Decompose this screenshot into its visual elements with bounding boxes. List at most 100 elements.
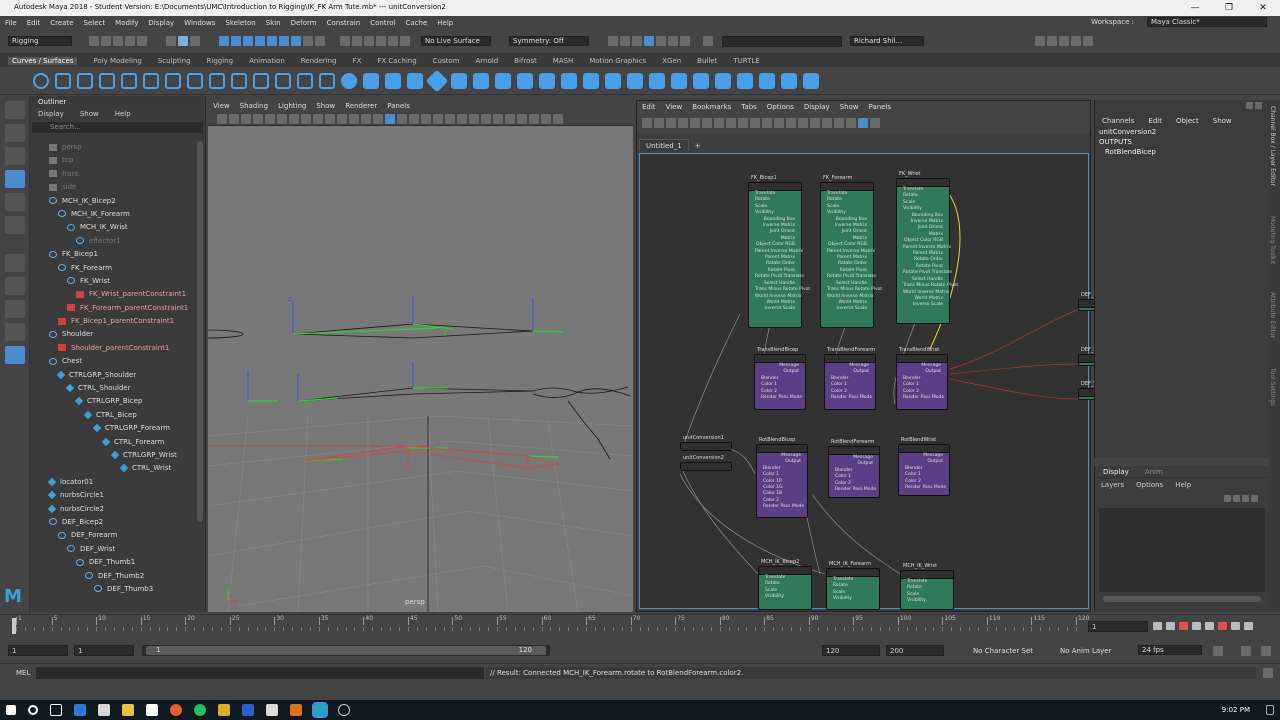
- outliner-item[interactable]: Shoulder_parentConstraint1: [30, 342, 198, 355]
- toggle-outliner-icon[interactable]: [1083, 36, 1093, 46]
- ipr-render-icon[interactable]: [388, 36, 398, 46]
- frame-all-icon[interactable]: [702, 118, 712, 128]
- cv-curve-icon[interactable]: [77, 72, 93, 89]
- viewport-menu-panels[interactable]: Panels: [387, 102, 410, 110]
- viewport-menu-lighting[interactable]: Lighting: [278, 102, 306, 110]
- layer-tab-anim[interactable]: Anim: [1145, 468, 1163, 476]
- attribute-filter-icon[interactable]: [822, 118, 832, 128]
- rotate-tool-icon[interactable]: [5, 193, 25, 211]
- node-attribute[interactable]: Trans Minus Rotate Pivot: [897, 283, 958, 289]
- outliner-item[interactable]: DEF_Forearm: [30, 529, 198, 542]
- snap-point-icon[interactable]: [243, 36, 253, 46]
- tab-untitled-1[interactable]: Untitled_1: [639, 139, 689, 151]
- perspective-viewport[interactable]: z y x persp: [172, 126, 634, 613]
- command-search-field[interactable]: [722, 35, 842, 47]
- close-button[interactable]: ✕: [1246, 0, 1280, 16]
- custom-mode-icon[interactable]: [774, 118, 784, 128]
- outliner-item[interactable]: FK_Forearm_parentConstraint1: [30, 302, 198, 315]
- menu-skeleton[interactable]: Skeleton: [225, 19, 255, 27]
- extend-curve-icon[interactable]: [253, 72, 269, 89]
- xray-joints-icon[interactable]: [529, 113, 539, 124]
- new-layer-selected-icon[interactable]: [1251, 494, 1258, 502]
- channel-box-float-icon[interactable]: [1246, 101, 1253, 109]
- full-mode-icon[interactable]: [762, 118, 772, 128]
- side-tab-attribute-editor[interactable]: Attribute Editor: [1269, 292, 1276, 352]
- node-attribute[interactable]: Inverse Scale: [749, 306, 801, 312]
- channel-box-close-icon[interactable]: [1255, 101, 1262, 109]
- wireframe-on-shaded-icon[interactable]: [409, 113, 419, 124]
- outliner-item[interactable]: MCH_IK_Wrist: [30, 221, 198, 234]
- outliner-item[interactable]: FK_Wrist_parentConstraint1: [30, 288, 198, 301]
- search-icon[interactable]: [28, 705, 38, 715]
- node-rb-forearm[interactable]: RotBlendForearm Message Output Blender Color…: [828, 439, 880, 498]
- render-view-icon[interactable]: [608, 36, 618, 46]
- detach-surfaces-icon[interactable]: [803, 72, 819, 89]
- bookmarks-icon[interactable]: [241, 113, 251, 124]
- outliner-item[interactable]: side: [30, 181, 198, 194]
- node-editor-menu-edit[interactable]: Edit: [642, 103, 656, 111]
- go-to-end-icon[interactable]: [1244, 622, 1253, 630]
- node-attribute[interactable]: Rotate Pivot Translate: [821, 274, 876, 280]
- gamma-icon[interactable]: [553, 113, 563, 124]
- node-tb-wrist[interactable]: TransBlendWrist Message Output Blender Color…: [896, 347, 948, 410]
- snap-curve-icon[interactable]: [231, 36, 241, 46]
- xray-icon[interactable]: [517, 113, 527, 124]
- node-mch-forearm[interactable]: MCH_IK_Forearm Translate Rotate Scale Visibi…: [826, 561, 880, 610]
- playback-start-field[interactable]: 1: [74, 645, 134, 656]
- image-plane-icon[interactable]: [253, 113, 263, 124]
- outliner-item[interactable]: top: [30, 154, 198, 167]
- file-explorer-icon[interactable]: [122, 704, 134, 716]
- node-uc1[interactable]: unitConversion1: [680, 435, 732, 451]
- film-gate-icon[interactable]: [301, 113, 311, 124]
- outliner-menu-show[interactable]: Show: [80, 110, 99, 118]
- maya-taskbar-icon[interactable]: [312, 702, 328, 718]
- preferences-icon[interactable]: [1261, 646, 1271, 656]
- rebuild-curve-icon[interactable]: [297, 72, 313, 89]
- outliner-item[interactable]: CTRL_Wrist: [30, 462, 198, 475]
- nurbs-cylinder-icon[interactable]: [385, 72, 401, 89]
- render-settings-icon[interactable]: [400, 36, 410, 46]
- shelf-tab-animation[interactable]: Animation: [249, 57, 285, 65]
- connected-mode-icon[interactable]: [750, 118, 760, 128]
- node-attribute[interactable]: Trans Minus Rotate Pivot: [749, 287, 810, 293]
- new-layer-icon[interactable]: [1242, 494, 1249, 502]
- auto-key-icon[interactable]: [1241, 646, 1251, 656]
- new-scene-icon[interactable]: [89, 36, 99, 46]
- outliner-item[interactable]: DEF_Thumb1: [30, 556, 198, 569]
- node-mch-bicep[interactable]: MCH_IK_Bicep2 Translate Rotate Scale Visibil…: [758, 559, 812, 610]
- shelf-tab-fx[interactable]: FX: [353, 57, 362, 65]
- minimize-button[interactable]: —: [1178, 0, 1212, 16]
- clear-graph-icon[interactable]: [678, 118, 688, 128]
- outliner-item[interactable]: CTRLGRP_Shoulder: [30, 369, 198, 382]
- mail-icon[interactable]: [146, 704, 158, 716]
- safe-action-icon[interactable]: [349, 113, 359, 124]
- menu-edit[interactable]: Edit: [27, 19, 41, 27]
- safe-title-icon[interactable]: [361, 113, 371, 124]
- menu-create[interactable]: Create: [50, 19, 73, 27]
- firefox-icon[interactable]: [170, 704, 182, 716]
- select-camera-icon[interactable]: [217, 113, 227, 124]
- node-uc2[interactable]: unitConversion2: [680, 455, 732, 471]
- remove-from-graph-icon[interactable]: [690, 118, 700, 128]
- ep-curve-icon[interactable]: [99, 72, 115, 89]
- grid-snap-icon[interactable]: [798, 118, 808, 128]
- store-icon[interactable]: [98, 704, 110, 716]
- outliner-item[interactable]: FK_Bicep1_parentConstraint1: [30, 315, 198, 328]
- nurbs-sphere-icon[interactable]: [341, 72, 357, 89]
- current-time-marker[interactable]: [12, 618, 16, 634]
- add-selected-icon[interactable]: [858, 118, 868, 128]
- undo-icon[interactable]: [125, 36, 135, 46]
- node-attribute[interactable]: Render Pass Mode: [755, 395, 805, 401]
- channels-edit-menu[interactable]: Edit: [1148, 117, 1162, 125]
- node-attribute[interactable]: Object Color RGB: [749, 242, 801, 248]
- node-graph[interactable]: FK_Bicep1 Translate Rotate Scale Visibility B…: [639, 153, 1103, 610]
- character-set-field[interactable]: No Character Set: [973, 647, 1033, 655]
- search-icon[interactable]: [786, 118, 796, 128]
- outliner-item[interactable]: nurbsCircle1: [30, 489, 198, 502]
- step-back-frame-icon[interactable]: [1179, 622, 1188, 630]
- layer-options-menu[interactable]: Options: [1136, 481, 1163, 489]
- node-attribute[interactable]: Render Pass Mode: [897, 395, 947, 401]
- layer-list[interactable]: [1099, 508, 1265, 592]
- pause-icon[interactable]: [680, 36, 690, 46]
- detach-curves-icon[interactable]: [209, 72, 225, 89]
